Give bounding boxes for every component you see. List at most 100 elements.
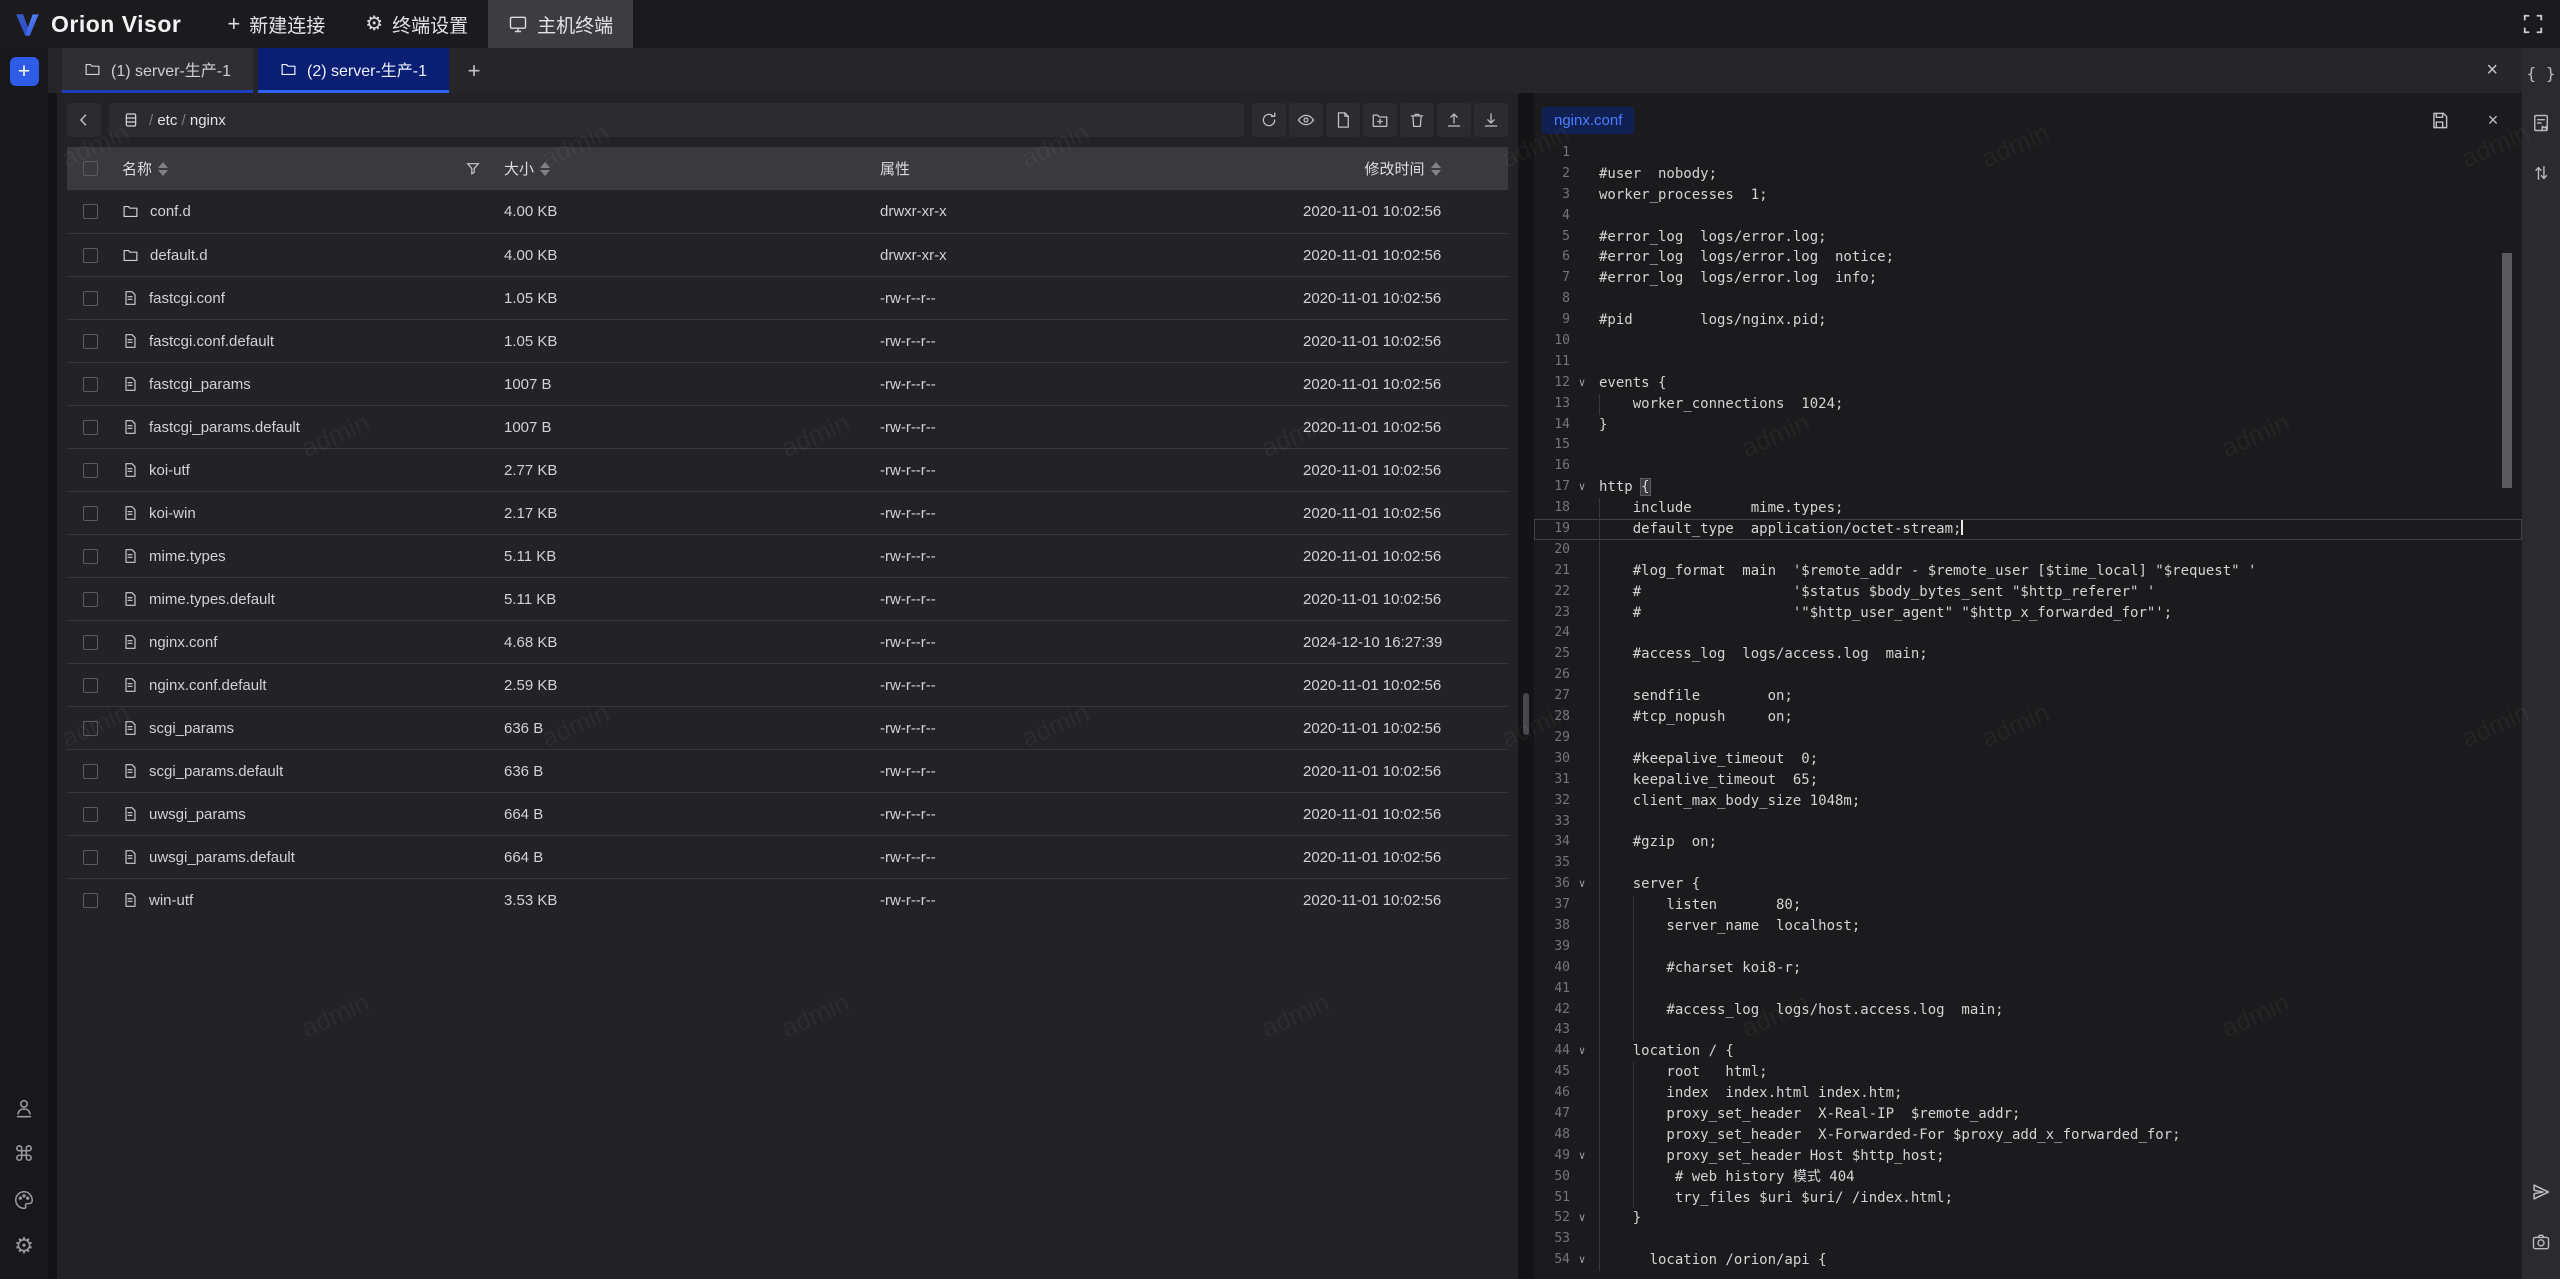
code-editor[interactable]: 12#user nobody;3worker_processes 1;45#er… xyxy=(1534,143,2522,1279)
session-tab-1[interactable]: (1) server-生产-1 xyxy=(62,48,253,93)
fold-arrow-icon[interactable]: ∨ xyxy=(1570,874,1594,895)
row-checkbox[interactable] xyxy=(83,420,98,435)
fullscreen-icon[interactable] xyxy=(2506,0,2560,48)
fold-arrow-icon[interactable]: ∨ xyxy=(1570,477,1594,498)
code-line-24: 24 xyxy=(1534,623,2522,644)
refresh-icon[interactable] xyxy=(1252,103,1286,137)
line-number: 28 xyxy=(1534,707,1570,728)
file-row-koi-utf[interactable]: koi-utf2.77 KB-rw-r--r--2020-11-01 10:02… xyxy=(67,448,1508,491)
screenshot-icon[interactable] xyxy=(2522,1217,2560,1267)
fold-arrow-icon[interactable]: ∨ xyxy=(1570,1208,1594,1229)
file-row-fastcgi.conf[interactable]: fastcgi.conf1.05 KB-rw-r--r--2020-11-01 … xyxy=(67,276,1508,319)
file-row-mime.types[interactable]: mime.types5.11 KB-rw-r--r--2020-11-01 10… xyxy=(67,534,1508,577)
row-checkbox[interactable] xyxy=(83,463,98,478)
row-checkbox[interactable] xyxy=(83,592,98,607)
new-session-button[interactable]: + xyxy=(10,57,39,86)
file-row-uwsgi_params.default[interactable]: uwsgi_params.default664 B-rw-r--r--2020-… xyxy=(67,835,1508,878)
select-all-checkbox[interactable] xyxy=(83,161,98,176)
file-bookmark-icon[interactable] xyxy=(2522,98,2560,148)
row-checkbox[interactable] xyxy=(83,377,98,392)
back-button[interactable] xyxy=(67,103,101,137)
send-icon[interactable] xyxy=(2522,1167,2560,1217)
row-checkbox[interactable] xyxy=(83,506,98,521)
row-checkbox[interactable] xyxy=(83,678,98,693)
code-line-2: 2#user nobody; xyxy=(1534,164,2522,185)
menu-item-1[interactable]: +新建连接 xyxy=(207,0,345,48)
file-row-fastcgi_params.default[interactable]: fastcgi_params.default1007 B-rw-r--r--20… xyxy=(67,405,1508,448)
line-number: 1 xyxy=(1534,143,1570,164)
breadcrumb-segment[interactable]: nginx xyxy=(190,112,226,129)
fold-arrow-icon[interactable]: ∨ xyxy=(1570,1146,1594,1167)
row-checkbox[interactable] xyxy=(83,334,98,349)
row-checkbox[interactable] xyxy=(83,893,98,908)
file-row-win-utf[interactable]: win-utf3.53 KB-rw-r--r--2020-11-01 10:02… xyxy=(67,878,1508,921)
delete-icon[interactable] xyxy=(1400,103,1434,137)
filter-icon[interactable] xyxy=(465,161,481,177)
brand[interactable]: Orion Visor xyxy=(0,0,207,48)
menu-item-2[interactable]: ⚙终端设置 xyxy=(345,0,488,48)
file-name: mime.types.default xyxy=(149,591,275,608)
file-row-fastcgi.conf.default[interactable]: fastcgi.conf.default1.05 KB-rw-r--r--202… xyxy=(67,319,1508,362)
preview-icon[interactable] xyxy=(1289,103,1323,137)
file-row-uwsgi_params[interactable]: uwsgi_params664 B-rw-r--r--2020-11-01 10… xyxy=(67,792,1508,835)
file-icon xyxy=(122,290,138,306)
fold-gutter xyxy=(1570,1062,1594,1083)
row-checkbox[interactable] xyxy=(83,248,98,263)
palette-icon[interactable] xyxy=(0,1177,48,1223)
save-file-icon[interactable] xyxy=(2424,105,2454,135)
download-icon[interactable] xyxy=(1474,103,1508,137)
sort-name[interactable] xyxy=(158,162,168,176)
session-tab-2[interactable]: (2) server-生产-1 xyxy=(258,48,449,93)
code-line-37: 37 listen 80; xyxy=(1534,895,2522,916)
swap-vertical-icon[interactable] xyxy=(2522,148,2560,198)
user-icon[interactable] xyxy=(0,1085,48,1131)
new-file-icon[interactable] xyxy=(1326,103,1360,137)
file-row-fastcgi_params[interactable]: fastcgi_params1007 B-rw-r--r--2020-11-01… xyxy=(67,362,1508,405)
file-row-conf.d[interactable]: conf.d4.00 KBdrwxr-xr-x2020-11-01 10:02:… xyxy=(67,190,1508,233)
path-breadcrumb[interactable]: / etc / nginx xyxy=(109,103,1244,137)
row-checkbox[interactable] xyxy=(83,549,98,564)
row-checkbox[interactable] xyxy=(83,850,98,865)
command-icon[interactable]: ⌘ xyxy=(0,1131,48,1177)
breadcrumb-segment[interactable]: etc xyxy=(157,112,177,129)
file-row-default.d[interactable]: default.d4.00 KBdrwxr-xr-x2020-11-01 10:… xyxy=(67,233,1508,276)
upload-icon[interactable] xyxy=(1437,103,1471,137)
fold-arrow-icon[interactable]: ∨ xyxy=(1570,373,1594,394)
file-icon xyxy=(122,720,138,736)
row-checkbox[interactable] xyxy=(83,635,98,650)
close-panel-icon[interactable]: × xyxy=(2462,48,2522,93)
braces-icon[interactable]: { } xyxy=(2522,48,2560,98)
row-checkbox[interactable] xyxy=(83,204,98,219)
code-text xyxy=(1594,540,2522,561)
file-row-scgi_params[interactable]: scgi_params636 B-rw-r--r--2020-11-01 10:… xyxy=(67,706,1508,749)
sort-size[interactable] xyxy=(540,162,550,176)
add-tab-button[interactable]: + xyxy=(454,48,494,93)
new-folder-icon[interactable] xyxy=(1363,103,1397,137)
file-row-nginx.conf.default[interactable]: nginx.conf.default2.59 KB-rw-r--r--2020-… xyxy=(67,663,1508,706)
file-table: 名称 大小 xyxy=(67,147,1508,1279)
file-row-scgi_params.default[interactable]: scgi_params.default636 B-rw-r--r--2020-1… xyxy=(67,749,1508,792)
file-row-nginx.conf[interactable]: nginx.conf4.68 KB-rw-r--r--2024-12-10 16… xyxy=(67,620,1508,663)
file-name: fastcgi_params.default xyxy=(149,419,300,436)
editor-scrollbar[interactable] xyxy=(2502,253,2512,488)
file-attr: -rw-r--r-- xyxy=(871,548,1297,565)
row-checkbox[interactable] xyxy=(83,721,98,736)
resize-handle[interactable] xyxy=(1523,693,1529,735)
line-number: 13 xyxy=(1534,394,1570,415)
row-checkbox[interactable] xyxy=(83,291,98,306)
fold-gutter xyxy=(1570,394,1594,415)
panel-resize-divider[interactable] xyxy=(1518,93,1534,1279)
open-file-chip[interactable]: nginx.conf xyxy=(1542,107,1634,134)
code-text: #log_format main '$remote_addr - $remote… xyxy=(1594,561,2522,582)
fold-gutter xyxy=(1570,331,1594,352)
fold-arrow-icon[interactable]: ∨ xyxy=(1570,1250,1594,1271)
file-row-mime.types.default[interactable]: mime.types.default5.11 KB-rw-r--r--2020-… xyxy=(67,577,1508,620)
sort-mtime[interactable] xyxy=(1431,162,1441,176)
row-checkbox[interactable] xyxy=(83,807,98,822)
fold-arrow-icon[interactable]: ∨ xyxy=(1570,1041,1594,1062)
menu-item-3[interactable]: 主机终端 xyxy=(488,0,633,48)
settings-icon[interactable]: ⚙ xyxy=(0,1223,48,1269)
file-row-koi-win[interactable]: koi-win2.17 KB-rw-r--r--2020-11-01 10:02… xyxy=(67,491,1508,534)
row-checkbox[interactable] xyxy=(83,764,98,779)
close-editor-icon[interactable]: × xyxy=(2478,105,2508,135)
